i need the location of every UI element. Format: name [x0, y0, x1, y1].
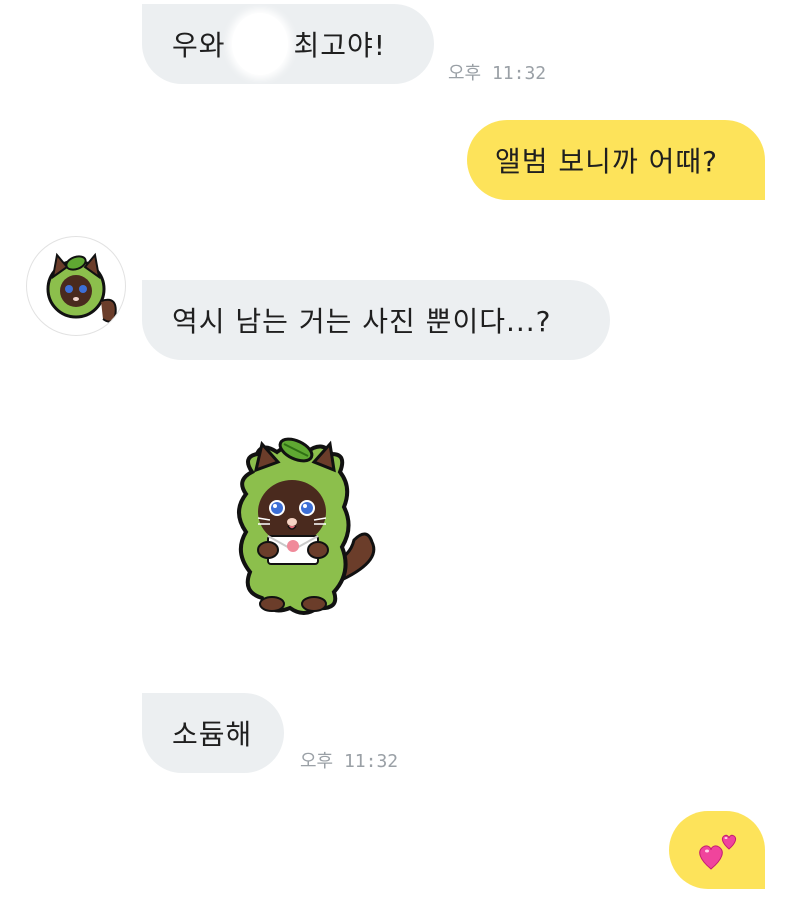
- leaf-cat-sticker[interactable]: [222, 432, 392, 622]
- message-text: 앨범 보니까 어때?: [495, 145, 718, 178]
- message-timestamp: 오후 11:32: [300, 751, 399, 772]
- outgoing-message-bubble[interactable]: 앨범 보니까 어때?: [467, 120, 765, 200]
- two-hearts-emoji-icon: [697, 829, 741, 873]
- leaf-cat-avatar-icon: [46, 252, 117, 323]
- incoming-message-bubble[interactable]: 우와 최고야!: [142, 4, 434, 84]
- message-timestamp: 오후 11:32: [448, 63, 547, 84]
- leaf-cat-sticker-icon: [237, 437, 376, 615]
- message-text: 소듐해: [172, 718, 253, 751]
- sender-avatar[interactable]: [26, 236, 126, 336]
- message-text: 최고야!: [293, 29, 387, 62]
- redacted-name-blur: [231, 13, 288, 75]
- incoming-message-bubble[interactable]: 역시 남는 거는 사진 뿐이다...?: [142, 280, 610, 360]
- incoming-message-bubble[interactable]: 소듐해: [142, 693, 284, 773]
- message-text: 우와: [172, 29, 226, 62]
- message-text: 역시 남는 거는 사진 뿐이다...?: [172, 305, 552, 338]
